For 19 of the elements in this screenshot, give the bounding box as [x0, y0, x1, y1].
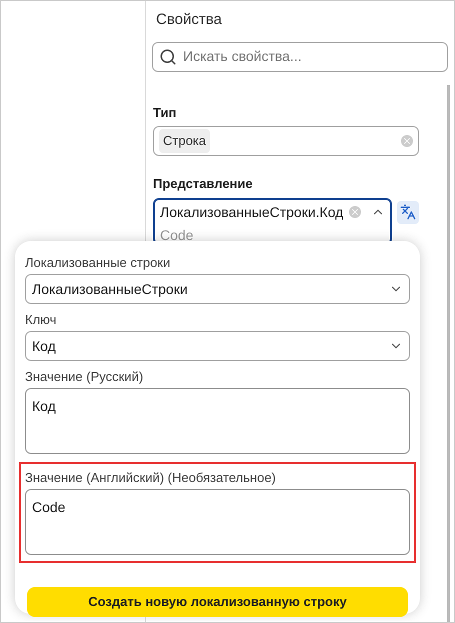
- search-icon: [159, 48, 177, 66]
- type-chip: Строка: [159, 129, 210, 153]
- field-label: Ключ: [25, 312, 58, 328]
- translate-button[interactable]: [397, 200, 419, 224]
- field-label: Значение (Русский): [25, 369, 144, 385]
- field-label: Локализованные строки: [25, 255, 172, 271]
- dropdown-field[interactable]: ЛокализованныеСтроки: [25, 274, 410, 304]
- field-label: Значение (Английский) (Необязательное): [25, 470, 277, 486]
- clear-icon[interactable]: [349, 206, 362, 218]
- field-label: Представление: [153, 175, 254, 193]
- search-field[interactable]: Искать свойства...: [152, 42, 448, 72]
- type-field[interactable]: Строка: [153, 126, 419, 156]
- clear-icon[interactable]: [401, 135, 413, 147]
- create-button[interactable]: Создать новую локализованную строку: [27, 587, 408, 617]
- dropdown-field[interactable]: Код: [25, 331, 410, 361]
- panel-title: Свойства: [156, 10, 223, 30]
- field-label: Тип: [153, 104, 178, 122]
- text-area[interactable]: Код: [25, 388, 410, 454]
- text-area[interactable]: Code: [25, 489, 410, 555]
